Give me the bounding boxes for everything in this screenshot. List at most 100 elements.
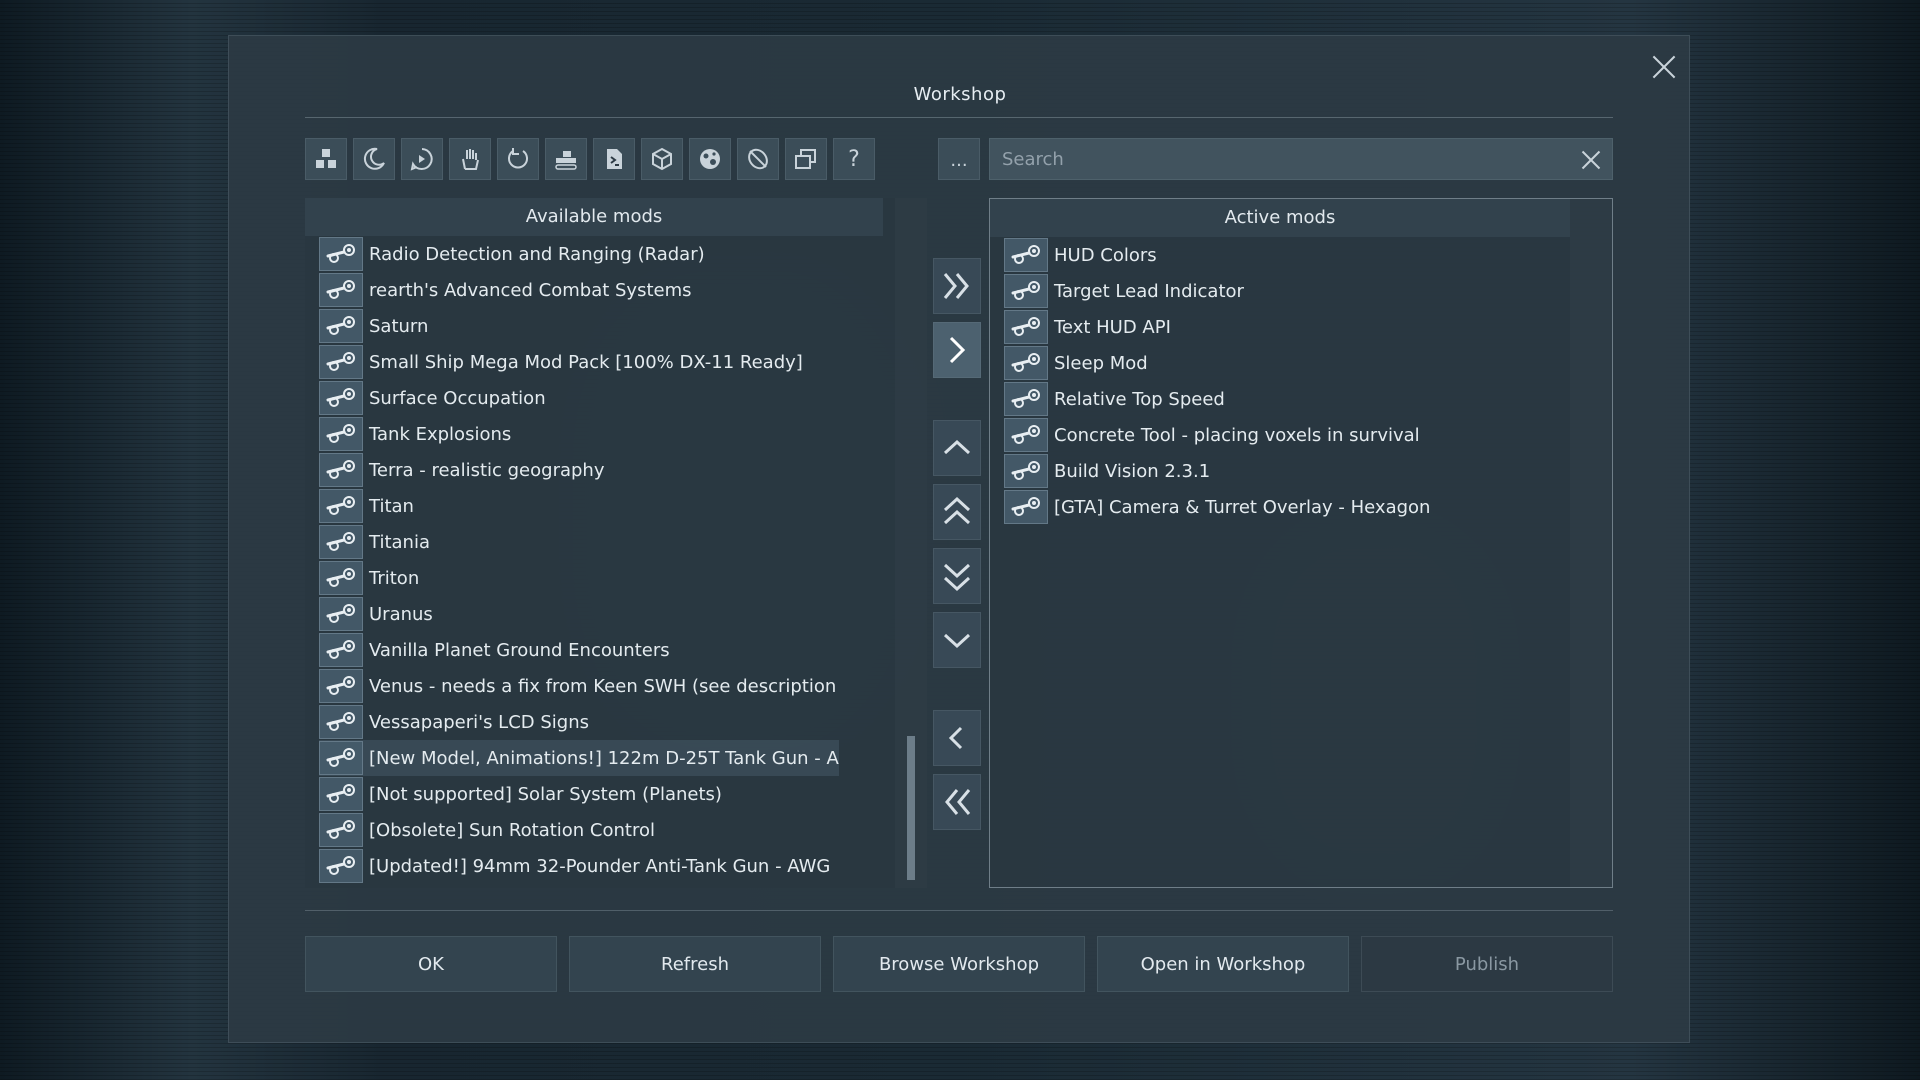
more-options-button[interactable]: ...: [938, 138, 980, 180]
list-item[interactable]: Small Ship Mega Mod Pack [100% DX-11 Rea…: [319, 344, 839, 380]
add-selected-button[interactable]: [933, 322, 981, 378]
steam-icon: [319, 561, 363, 595]
double-chevron-right-icon: [943, 273, 969, 299]
available-mods-header: Available mods: [305, 198, 883, 236]
dialog-title: Workshop: [913, 84, 1007, 105]
windows-filter-icon[interactable]: [785, 138, 827, 180]
browse-workshop-button[interactable]: Browse Workshop: [833, 936, 1085, 992]
steam-icon: [1004, 490, 1048, 524]
workshop-dialog: Workshop ? ... Search Available mods Rad…: [228, 35, 1690, 1043]
list-item[interactable]: [New Model, Animations!] 122m D-25T Tank…: [319, 740, 839, 776]
steam-icon: [319, 345, 363, 379]
active-mods-scrollbar[interactable]: [1570, 199, 1612, 887]
list-item[interactable]: Surface Occupation: [319, 380, 839, 416]
search-box: [989, 138, 1613, 180]
steam-icon: [319, 273, 363, 307]
steam-icon: [319, 525, 363, 559]
steam-icon: [319, 705, 363, 739]
list-item[interactable]: Relative Top Speed: [1004, 381, 1430, 417]
mod-name: [GTA] Camera & Turret Overlay - Hexagon: [1054, 496, 1431, 518]
move-down-button[interactable]: [933, 612, 981, 668]
refresh-button[interactable]: Refresh: [569, 936, 821, 992]
mod-name: Titan: [369, 495, 414, 517]
hand-filter-icon[interactable]: [449, 138, 491, 180]
list-item[interactable]: rearth's Advanced Combat Systems: [319, 272, 839, 308]
script-filter-icon[interactable]: [593, 138, 635, 180]
steam-icon: [319, 489, 363, 523]
list-item[interactable]: Venus - needs a fix from Keen SWH (see d…: [319, 668, 839, 704]
steam-icon: [1004, 418, 1048, 452]
mod-name: [New Model, Animations!] 122m D-25T Tank…: [369, 747, 839, 769]
list-item[interactable]: Radio Detection and Ranging (Radar): [319, 236, 839, 272]
list-item[interactable]: Tank Explosions: [319, 416, 839, 452]
open-in-workshop-button[interactable]: Open in Workshop: [1097, 936, 1349, 992]
list-item[interactable]: Vanilla Planet Ground Encounters: [319, 632, 839, 668]
chevron-down-icon: [943, 633, 971, 649]
mod-name: Triton: [369, 567, 420, 589]
steam-icon: [319, 417, 363, 451]
active-mods-header: Active mods: [990, 199, 1570, 237]
satellite-filter-icon[interactable]: [737, 138, 779, 180]
mod-name: Text HUD API: [1054, 316, 1171, 338]
list-item[interactable]: Sleep Mod: [1004, 345, 1430, 381]
steam-icon: [319, 633, 363, 667]
list-item[interactable]: [Updated!] 94mm 32-Pounder Anti-Tank Gun…: [319, 848, 839, 884]
list-item[interactable]: Target Lead Indicator: [1004, 273, 1430, 309]
move-top-button[interactable]: [933, 484, 981, 540]
list-item[interactable]: Titania: [319, 524, 839, 560]
blocks-filter-icon[interactable]: [305, 138, 347, 180]
mod-name: Concrete Tool - placing voxels in surviv…: [1054, 424, 1420, 446]
mod-name: Sleep Mod: [1054, 352, 1148, 374]
double-chevron-left-icon: [945, 789, 971, 815]
list-item[interactable]: [GTA] Camera & Turret Overlay - Hexagon: [1004, 489, 1430, 525]
list-item[interactable]: Vessapaperi's LCD Signs: [319, 704, 839, 740]
clear-search-icon[interactable]: [1580, 149, 1602, 171]
mod-name: [Obsolete] Sun Rotation Control: [369, 819, 655, 841]
add-all-button[interactable]: [933, 258, 981, 314]
list-item[interactable]: Build Vision 2.3.1: [1004, 453, 1430, 489]
mod-name: Tank Explosions: [369, 423, 512, 445]
list-item[interactable]: [Obsolete] Sun Rotation Control: [319, 812, 839, 848]
ok-button[interactable]: OK: [305, 936, 557, 992]
list-item[interactable]: HUD Colors: [1004, 237, 1430, 273]
list-item[interactable]: Saturn: [319, 308, 839, 344]
chevron-left-icon: [948, 726, 963, 750]
remove-all-button[interactable]: [933, 774, 981, 830]
list-item[interactable]: Triton: [319, 560, 839, 596]
bottom-divider: [305, 910, 1613, 911]
planet-filter-icon[interactable]: [689, 138, 731, 180]
list-item[interactable]: Uranus: [319, 596, 839, 632]
help-icon[interactable]: ?: [833, 138, 875, 180]
cube-filter-icon[interactable]: [641, 138, 683, 180]
tank-filter-icon[interactable]: [545, 138, 587, 180]
mod-name: [Updated!] 94mm 32-Pounder Anti-Tank Gun…: [369, 855, 831, 877]
steam-icon: [319, 381, 363, 415]
available-mods-panel: Available mods Radio Detection and Rangi…: [305, 198, 927, 888]
steam-icon: [319, 669, 363, 703]
mod-name: Terra - realistic geography: [369, 459, 605, 481]
chat-filter-icon[interactable]: [401, 138, 443, 180]
list-item[interactable]: Concrete Tool - placing voxels in surviv…: [1004, 417, 1430, 453]
moon-filter-icon[interactable]: [353, 138, 395, 180]
move-up-button[interactable]: [933, 420, 981, 476]
search-input[interactable]: [990, 139, 1570, 179]
close-icon[interactable]: [1647, 50, 1681, 84]
scrollbar-thumb[interactable]: [907, 736, 915, 880]
list-item[interactable]: Terra - realistic geography: [319, 452, 839, 488]
steam-icon: [319, 741, 363, 775]
remove-selected-button[interactable]: [933, 710, 981, 766]
publish-button[interactable]: Publish: [1361, 936, 1613, 992]
list-item[interactable]: Text HUD API: [1004, 309, 1430, 345]
refresh-filter-icon[interactable]: [497, 138, 539, 180]
mod-name: Small Ship Mega Mod Pack [100% DX-11 Rea…: [369, 351, 803, 373]
mod-name: Build Vision 2.3.1: [1054, 460, 1211, 482]
list-item[interactable]: Titan: [319, 488, 839, 524]
steam-icon: [1004, 238, 1048, 272]
list-item[interactable]: [Not supported] Solar System (Planets): [319, 776, 839, 812]
filter-toolbar: ?: [305, 138, 875, 180]
move-bottom-button[interactable]: [933, 548, 981, 604]
steam-icon: [319, 777, 363, 811]
mod-name: Titania: [369, 531, 430, 553]
active-mods-panel: Active mods HUD Colors Target Lead Indica…: [989, 198, 1613, 888]
available-mods-scrollbar[interactable]: [895, 198, 927, 888]
